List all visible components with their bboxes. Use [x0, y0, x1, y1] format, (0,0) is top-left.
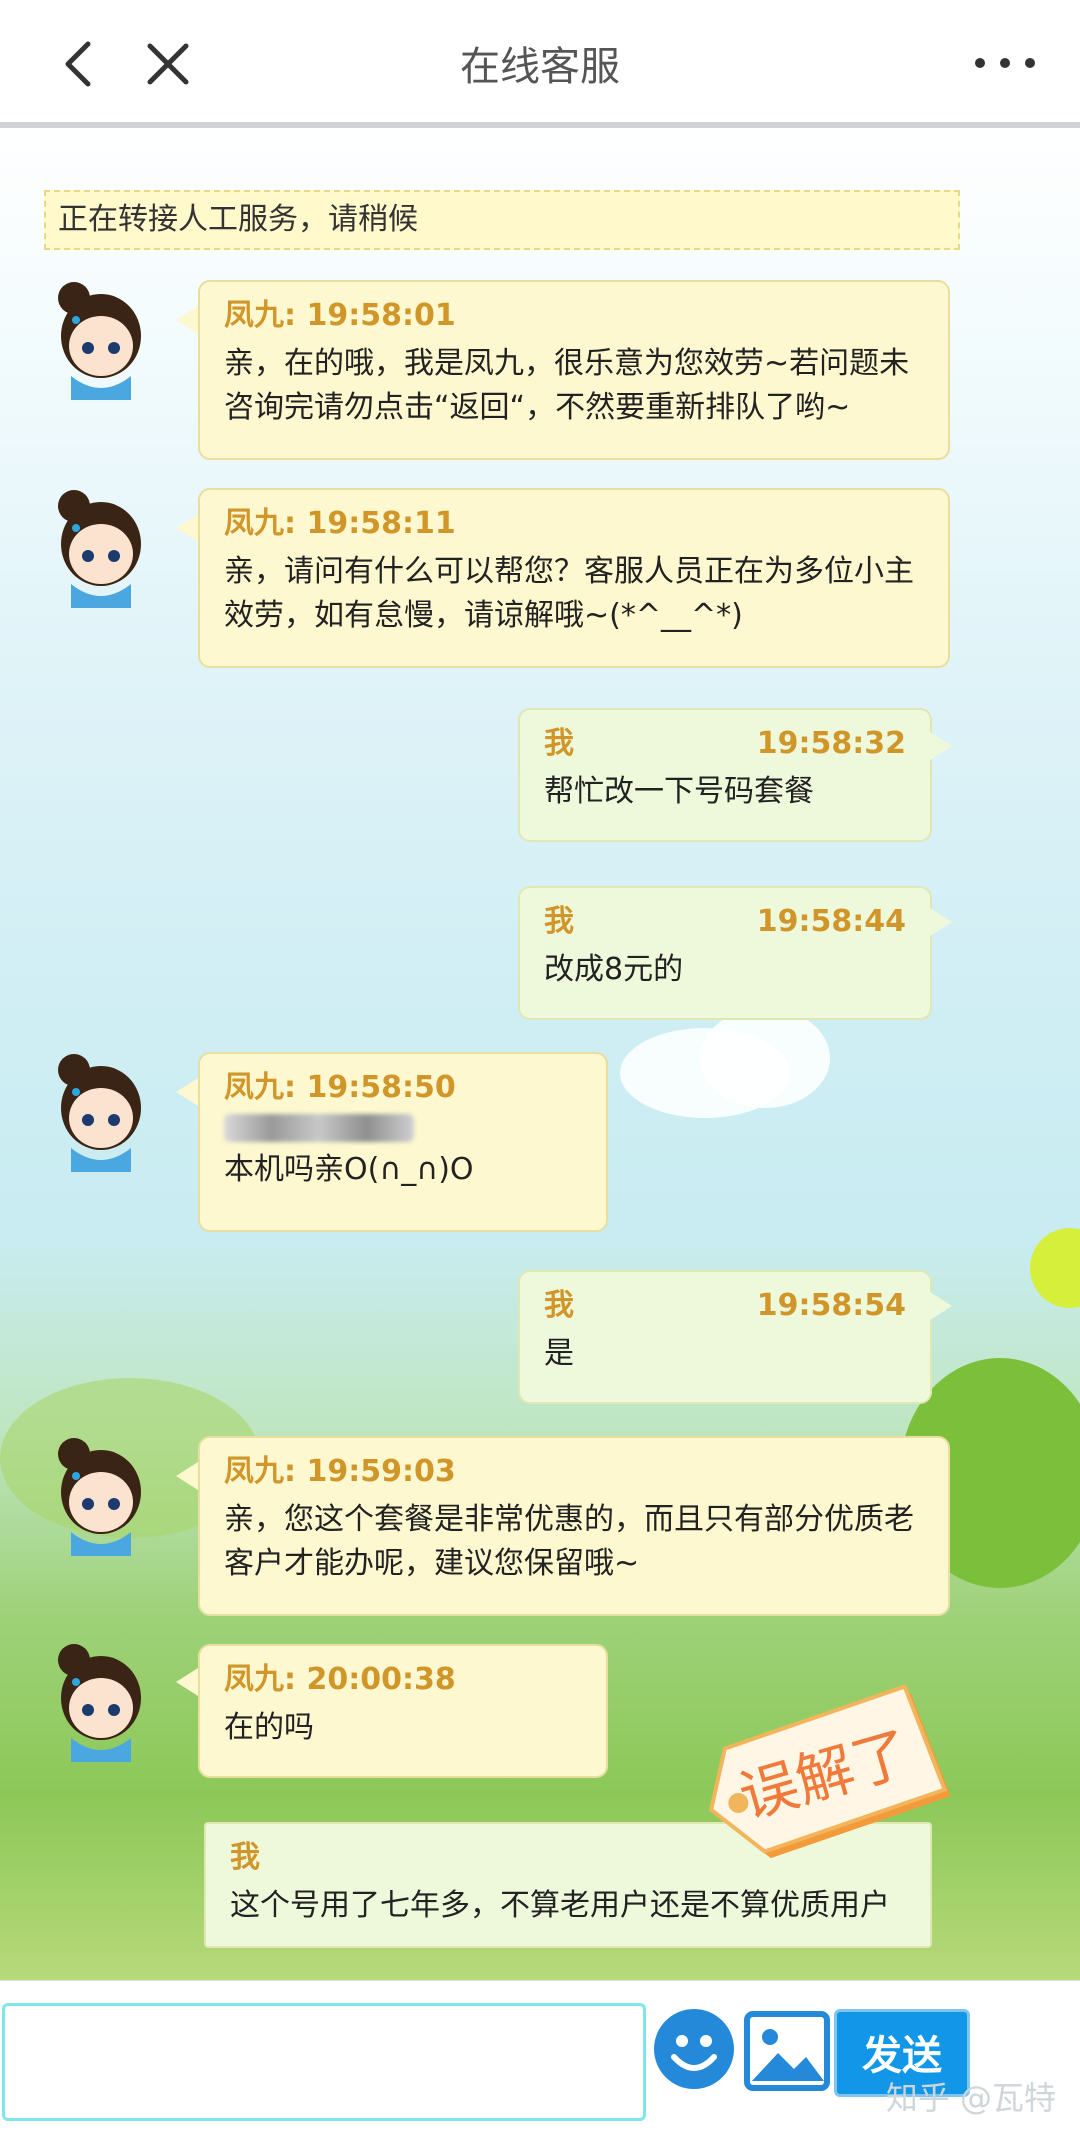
agent-message: 凤九: 19:58:11 亲，请问有什么可以帮您？客服人员正在为多位小主效劳，如…: [198, 488, 950, 668]
bubble-tail: [930, 732, 952, 760]
message-time: 19:58:11: [306, 506, 456, 541]
agent-avatar-icon: [58, 1438, 141, 1556]
background-cloud: [700, 1008, 830, 1108]
message-text: 本机吗亲O(∩_∩)O: [224, 1152, 474, 1187]
agent-avatar-icon: [58, 490, 141, 608]
bubble-tail: [176, 1462, 198, 1490]
agent-message: 凤九: 19:58:50 本机吗亲O(∩_∩)O: [198, 1052, 608, 1232]
message-time: 19:59:03: [306, 1454, 456, 1489]
user-message: 我 19:58:32 帮忙改一下号码套餐: [518, 708, 932, 842]
bubble-tail: [176, 514, 198, 542]
sender-name: 凤九: [224, 1070, 284, 1105]
page-title: 在线客服: [460, 44, 620, 90]
sender-name: 凤九: [224, 506, 284, 541]
image-icon[interactable]: [744, 2011, 830, 2091]
input-bar: 发送 知乎 @瓦特: [0, 1980, 1080, 2145]
bubble-tail: [176, 1078, 198, 1106]
message-text: 亲，您这个套餐是非常优惠的，而且只有部分优质老客户才能办呢，建议您保留哦~: [224, 1502, 914, 1581]
bubble-tail: [176, 306, 198, 334]
chat-area[interactable]: 正在转接人工服务，请稍候 凤九: 19:58:01 亲，在的哦，我是凤九，很乐意…: [0, 128, 1080, 1980]
message-text: 亲，请问有什么可以帮您？客服人员正在为多位小主效劳，如有怠慢，请谅解哦~(*^_…: [224, 554, 914, 633]
message-time: 20:00:38: [306, 1662, 456, 1697]
sender-name: 凤九: [224, 1662, 284, 1697]
agent-avatar-icon: [58, 1054, 141, 1172]
watermark: 知乎 @瓦特: [885, 2079, 1056, 2117]
sender-name: 我: [544, 1288, 574, 1323]
message-text: 亲，在的哦，我是凤九，很乐意为您效劳~若问题未咨询完请勿点击“返回“，不然要重新…: [224, 346, 910, 425]
message-time: 19:58:01: [306, 298, 456, 333]
top-bar: 在线客服: [0, 0, 1080, 128]
agent-message: 凤九: 19:59:03 亲，您这个套餐是非常优惠的，而且只有部分优质老客户才能…: [198, 1436, 950, 1616]
user-message: 我 19:58:54 是: [518, 1270, 932, 1404]
message-text: 是: [544, 1336, 574, 1371]
sender-name: 我: [544, 726, 574, 761]
message-time: 19:58:54: [756, 1288, 906, 1323]
message-text: 改成8元的: [544, 952, 684, 987]
sender-name: 我: [230, 1840, 260, 1875]
message-time: 19:58:50: [306, 1070, 456, 1105]
message-text: 在的吗: [224, 1710, 314, 1745]
user-message: 我 19:58:44 改成8元的: [518, 886, 932, 1020]
bubble-tail: [930, 1292, 952, 1320]
message-text: 这个号用了七年多，不算老用户还是不算优质用户: [230, 1888, 890, 1923]
redacted-number: [224, 1114, 414, 1142]
message-input[interactable]: [2, 2003, 646, 2121]
emoji-icon[interactable]: [652, 2007, 736, 2091]
sender-name: 凤九: [224, 298, 284, 333]
message-time: 19:58:32: [756, 726, 906, 761]
transfer-notice: 正在转接人工服务，请稍候: [44, 190, 960, 250]
agent-message: 凤九: 19:58:01 亲，在的哦，我是凤九，很乐意为您效劳~若问题未咨询完请…: [198, 280, 950, 460]
sender-name: 我: [544, 904, 574, 939]
message-text: 帮忙改一下号码套餐: [544, 774, 814, 809]
agent-avatar-icon: [58, 282, 141, 400]
sender-name: 凤九: [224, 1454, 284, 1489]
background-flower: [1030, 1228, 1080, 1308]
message-time: 19:58:44: [756, 904, 906, 939]
bubble-tail: [930, 908, 952, 936]
agent-message: 凤九: 20:00:38 在的吗: [198, 1644, 608, 1778]
bubble-tail: [176, 1668, 198, 1696]
more-options-icon[interactable]: [970, 40, 1040, 86]
agent-avatar-icon: [58, 1644, 141, 1762]
